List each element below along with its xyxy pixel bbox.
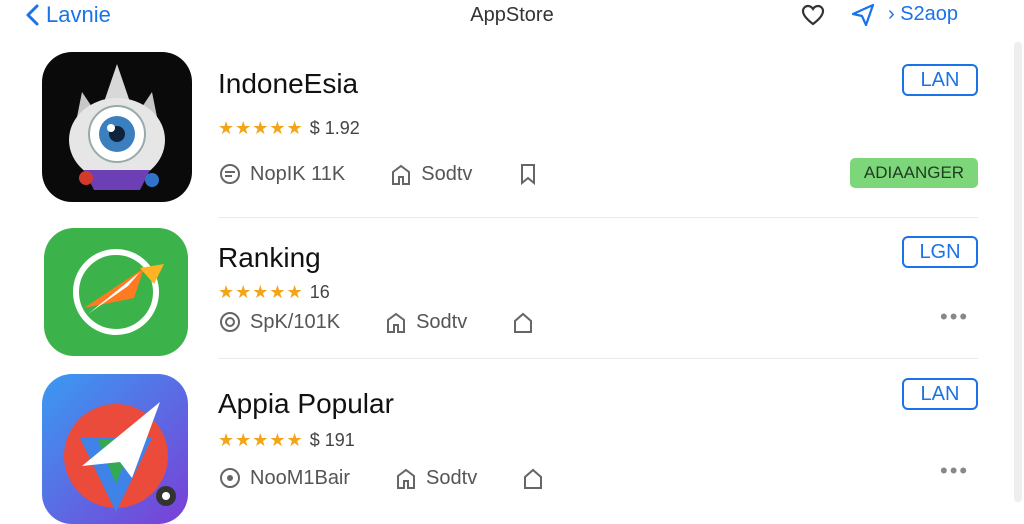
chevron-right-icon: › [888,3,901,25]
rating-text: 16 [309,282,330,302]
house-icon [387,312,406,333]
top-bar: Lavnie AppStore › S2aop [0,0,1024,30]
compass-arrow-icon [73,249,164,335]
more-options-button[interactable]: ••• [940,304,969,330]
size-stat: Sodtv [384,310,467,334]
size-stat: Sodtv [389,162,472,186]
downloads-stat: NooM1Bair [218,466,350,490]
send-icon[interactable] [850,2,876,28]
at-icon [220,468,240,488]
app-name[interactable]: IndoneEsia [218,68,358,100]
home-outline-icon [524,468,543,489]
heart-icon[interactable] [800,2,826,28]
app-icon-ranking [44,228,188,356]
get-button[interactable]: LAN [902,64,978,96]
extra-stat [521,466,545,490]
chat-icon [220,164,240,184]
more-options-button[interactable]: ••• [940,458,969,484]
app-meta: NopIK 11K Sodtv [218,162,584,186]
eye-icon [69,64,165,190]
rating-text: $ 1.92 [309,118,360,138]
size-stat: Sodtv [394,466,477,490]
divider [218,358,978,359]
bookmark-icon [521,164,536,186]
size-text: Sodtv [416,310,468,333]
downloads-stat: NopIK 11K [218,162,345,186]
downloads-text: NopIK 11K [250,162,346,185]
downloads-text: NooM1Bair [250,466,351,489]
rating: ★★★★★ 16 [218,282,330,303]
app-icon-popular [42,374,188,524]
home-outline-icon [514,312,533,333]
divider [218,217,978,218]
app-icon-eye [42,52,192,202]
rating: ★★★★★ $ 191 [218,430,355,451]
house-icon [397,468,416,489]
house-icon [392,164,411,185]
app-meta: SpK/101K Sodtv [218,310,579,334]
star-rating: ★★★★★ [218,430,304,450]
target-icon [220,312,240,332]
get-button[interactable]: LAN [902,378,978,410]
app-name[interactable]: Ranking [218,242,321,274]
star-rating: ★★★★★ [218,282,304,302]
size-text: Sodtv [426,466,478,489]
downloads-text: SpK/101K [250,310,341,333]
extra-stat [516,162,540,186]
star-rating: ★★★★★ [218,118,304,138]
size-text: Sodtv [421,162,473,185]
store-link-label: S2aop [900,3,959,25]
app-meta: NooM1Bair Sodtv [218,466,589,490]
extra-stat [511,310,535,334]
rating: ★★★★★ $ 1.92 [218,118,360,139]
paper-plane-icon [64,402,176,512]
store-link[interactable]: › S2aop [888,3,958,26]
scrollbar[interactable] [1014,42,1022,502]
app-name[interactable]: Appia Popular [218,388,394,420]
login-button[interactable]: LGN [902,236,978,268]
status-badge: ADIAANGER [850,158,978,188]
downloads-stat: SpK/101K [218,310,340,334]
rating-text: $ 191 [309,430,355,450]
